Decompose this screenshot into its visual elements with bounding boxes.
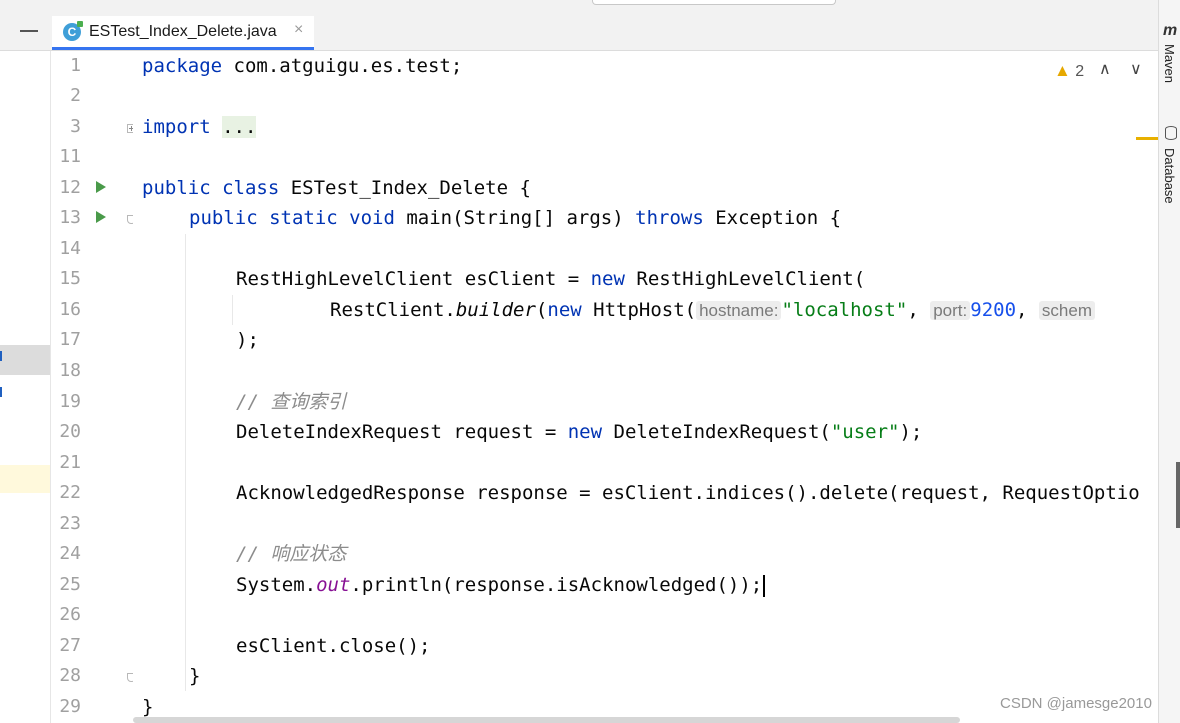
line-number: 18 bbox=[59, 360, 81, 381]
next-highlight-icon[interactable]: ∨ bbox=[1130, 59, 1142, 79]
code-line: RestClient.builder(new HttpHost(hostname… bbox=[330, 295, 1095, 325]
line-number: 2 bbox=[70, 85, 81, 106]
line-number: 13 bbox=[59, 207, 81, 228]
line-number: 3 bbox=[70, 116, 81, 137]
tree-marker bbox=[0, 351, 2, 361]
java-class-icon: C bbox=[63, 21, 83, 41]
database-tool-button[interactable]: Database bbox=[1162, 148, 1177, 204]
line-number: 1 bbox=[70, 55, 81, 76]
editor-tab-bar: C ESTest_Index_Delete.java × bbox=[0, 8, 1158, 51]
line-number: 29 bbox=[59, 696, 81, 717]
panel-edge-marker bbox=[1176, 462, 1180, 528]
line-number: 11 bbox=[59, 146, 81, 167]
inspection-warnings[interactable]: ▲ 2 bbox=[1054, 61, 1084, 81]
text-caret bbox=[763, 574, 766, 597]
tab-estest-index-delete[interactable]: C ESTest_Index_Delete.java × bbox=[52, 16, 314, 50]
line-number: 25 bbox=[59, 574, 81, 595]
code-line: // 响应状态 bbox=[236, 543, 347, 565]
run-main-icon[interactable] bbox=[96, 211, 106, 223]
project-panel-edge bbox=[0, 51, 51, 723]
folded-imports[interactable]: ... bbox=[222, 116, 257, 138]
line-gutter: 1 2 3 11 12 13 14 15 16 17 18 19 20 21 2… bbox=[51, 51, 136, 723]
right-tool-window-bar: m Maven Database bbox=[1158, 0, 1180, 723]
warning-icon: ▲ bbox=[1054, 61, 1071, 80]
selected-tree-row[interactable] bbox=[0, 345, 50, 375]
code-line: AcknowledgedResponse response = esClient… bbox=[236, 482, 1140, 504]
param-hint-port: port: bbox=[930, 301, 971, 320]
indent-guide bbox=[185, 234, 186, 691]
indent-guide bbox=[232, 295, 233, 325]
line-number: 20 bbox=[59, 421, 81, 442]
code-line: import ... bbox=[142, 116, 257, 138]
line-number: 24 bbox=[59, 543, 81, 564]
line-number: 15 bbox=[59, 268, 81, 289]
line-number: 21 bbox=[59, 452, 81, 473]
line-number: 26 bbox=[59, 604, 81, 625]
highlighted-tree-row[interactable] bbox=[0, 465, 50, 493]
code-line: ); bbox=[236, 329, 259, 351]
line-number: 28 bbox=[59, 665, 81, 686]
search-box-fragment[interactable] bbox=[592, 0, 836, 5]
code-line: // 查询索引 bbox=[236, 391, 347, 413]
code-line: public class ESTest_Index_Delete { bbox=[142, 177, 531, 199]
close-tab-icon[interactable]: × bbox=[294, 21, 303, 39]
maven-icon: m bbox=[1163, 22, 1178, 39]
run-class-icon[interactable] bbox=[96, 181, 106, 193]
line-number: 17 bbox=[59, 329, 81, 350]
horizontal-scrollbar[interactable] bbox=[133, 717, 960, 723]
code-line: esClient.close(); bbox=[236, 635, 431, 657]
minimize-icon[interactable] bbox=[20, 30, 38, 32]
title-strip bbox=[0, 0, 1180, 8]
previous-highlight-icon[interactable]: ∧ bbox=[1099, 59, 1111, 79]
code-line: } bbox=[189, 665, 201, 687]
line-number: 22 bbox=[59, 482, 81, 503]
warning-stripe-marker[interactable] bbox=[1136, 137, 1158, 140]
line-number: 27 bbox=[59, 635, 81, 656]
tab-title: ESTest_Index_Delete.java bbox=[89, 23, 277, 40]
tree-marker bbox=[0, 387, 2, 397]
code-line: package com.atguigu.es.test; bbox=[142, 55, 463, 77]
line-number: 14 bbox=[59, 238, 81, 259]
line-number: 19 bbox=[59, 391, 81, 412]
code-line: DeleteIndexRequest request = new DeleteI… bbox=[236, 421, 923, 443]
line-number: 16 bbox=[59, 299, 81, 320]
param-hint-hostname: hostname: bbox=[696, 301, 782, 320]
code-line: public static void main(String[] args) t… bbox=[189, 207, 842, 229]
maven-tool-button[interactable]: Maven bbox=[1162, 44, 1177, 83]
code-line-current: System.out.println(response.isAcknowledg… bbox=[236, 570, 766, 600]
param-hint-scheme: schem bbox=[1038, 301, 1095, 320]
line-number: 23 bbox=[59, 513, 81, 534]
code-editor[interactable]: package com.atguigu.es.test; import ... … bbox=[133, 51, 1158, 723]
line-number: 12 bbox=[59, 177, 81, 198]
code-line: RestHighLevelClient esClient = new RestH… bbox=[236, 268, 866, 290]
database-icon bbox=[1165, 126, 1177, 140]
watermark: CSDN @jamesge2010 bbox=[1000, 695, 1152, 712]
